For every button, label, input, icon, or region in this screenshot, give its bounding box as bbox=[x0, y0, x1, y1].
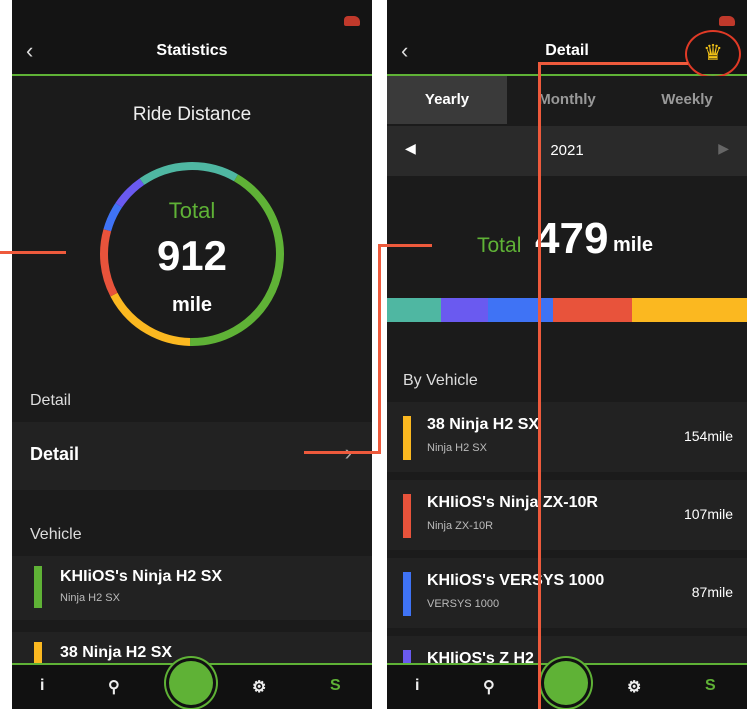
stack-segment-0 bbox=[387, 298, 441, 322]
detail-row[interactable]: Detail › bbox=[12, 422, 372, 490]
vehicle-row[interactable]: KHIiOS's Ninja H2 SX Ninja H2 SX bbox=[12, 556, 372, 620]
annotation-line bbox=[378, 244, 381, 454]
detail-screen: ‹ Detail ♛ Yearly Monthly Weekly ◀ 2021 … bbox=[387, 0, 747, 709]
crown-icon[interactable]: ♛ bbox=[685, 30, 741, 78]
vehicle-model: Ninja ZX-10R bbox=[427, 520, 494, 532]
annotation-line bbox=[378, 244, 432, 247]
distance-stack-bar bbox=[387, 298, 747, 322]
annotation-line bbox=[538, 62, 688, 65]
vehicle-model: Ninja H2 SX bbox=[60, 592, 120, 604]
bottom-nav: i ⚲ ⚙ S bbox=[387, 661, 747, 709]
center-home-button[interactable] bbox=[169, 661, 213, 705]
tab-monthly[interactable]: Monthly bbox=[507, 76, 627, 124]
annotation-line bbox=[0, 251, 66, 254]
tab-yearly[interactable]: Yearly bbox=[387, 76, 507, 124]
annotation-line bbox=[538, 62, 541, 709]
total-unit: mile bbox=[171, 294, 213, 316]
vehicle-distance: 87mile bbox=[691, 584, 733, 600]
vehicle-distance: 107mile bbox=[683, 506, 733, 522]
total-label: Total bbox=[477, 234, 522, 257]
vehicle-row[interactable]: KHIiOS's VERSYS 1000 VERSYS 1000 87mile bbox=[387, 558, 747, 628]
brand-icon[interactable]: S bbox=[705, 677, 716, 695]
center-home-button[interactable] bbox=[544, 661, 588, 705]
year-selector: ◀ 2021 ▶ bbox=[387, 126, 747, 176]
detail-section-label: Detail bbox=[30, 392, 71, 409]
vehicle-distance: 154mile bbox=[683, 428, 733, 444]
motorcycle-status-icon bbox=[344, 16, 360, 26]
ride-log-icon[interactable]: i bbox=[40, 677, 44, 695]
total-unit: mile bbox=[613, 234, 654, 256]
vehicle-model: VERSYS 1000 bbox=[427, 598, 500, 610]
total-value: 479 bbox=[535, 214, 609, 263]
vehicle-settings-icon[interactable]: ⚙ bbox=[252, 677, 266, 697]
total-value: 912 bbox=[156, 232, 228, 279]
bottom-nav: i ⚲ ⚙ S bbox=[12, 661, 372, 709]
total-label: Total bbox=[168, 198, 216, 223]
motorcycle-status-icon bbox=[719, 16, 735, 26]
map-pin-icon[interactable]: ⚲ bbox=[483, 677, 495, 697]
year-label: 2021 bbox=[550, 142, 584, 159]
vehicle-name: 38 Ninja H2 SX bbox=[427, 416, 540, 433]
vehicle-name: KHIiOS's VERSYS 1000 bbox=[427, 572, 605, 589]
header: ‹ Statistics bbox=[12, 0, 372, 76]
map-pin-icon[interactable]: ⚲ bbox=[108, 677, 120, 697]
by-vehicle-label: By Vehicle bbox=[403, 372, 478, 389]
vehicle-color-bar bbox=[403, 416, 411, 460]
stack-segment-4 bbox=[631, 298, 747, 322]
page-title: Statistics bbox=[156, 42, 228, 59]
donut-center: Total 912 mile bbox=[98, 160, 286, 348]
vehicle-color-bar bbox=[403, 494, 411, 538]
stack-segment-2 bbox=[487, 298, 553, 322]
next-year-button[interactable]: ▶ bbox=[718, 140, 729, 157]
vehicle-name: KHIiOS's Ninja ZX-10R bbox=[427, 494, 598, 511]
vehicle-name: 38 Ninja H2 SX bbox=[60, 644, 173, 661]
vehicle-section-label: Vehicle bbox=[30, 526, 82, 543]
stack-segment-1 bbox=[441, 298, 488, 322]
statistics-screen: ‹ Statistics Ride Distance Total 912 mil… bbox=[12, 0, 372, 709]
vehicle-row[interactable]: KHIiOS's Ninja ZX-10R Ninja ZX-10R 107mi… bbox=[387, 480, 747, 550]
tab-weekly[interactable]: Weekly bbox=[627, 76, 747, 124]
brand-icon[interactable]: S bbox=[330, 677, 341, 695]
vehicle-color-bar bbox=[34, 566, 42, 608]
ride-distance-title: Ride Distance bbox=[132, 104, 252, 125]
vehicle-model: Ninja H2 SX bbox=[427, 442, 487, 454]
vehicle-row[interactable]: 38 Ninja H2 SX Ninja H2 SX 154mile bbox=[387, 402, 747, 472]
annotation-line bbox=[304, 451, 380, 454]
period-tabs: Yearly Monthly Weekly bbox=[387, 76, 747, 124]
vehicle-name: KHIiOS's Ninja H2 SX bbox=[60, 568, 223, 585]
detail-row-label: Detail bbox=[30, 444, 80, 464]
vehicle-settings-icon[interactable]: ⚙ bbox=[627, 677, 641, 697]
stack-segment-3 bbox=[552, 298, 632, 322]
ride-log-icon[interactable]: i bbox=[415, 677, 419, 695]
vehicle-color-bar bbox=[403, 572, 411, 616]
